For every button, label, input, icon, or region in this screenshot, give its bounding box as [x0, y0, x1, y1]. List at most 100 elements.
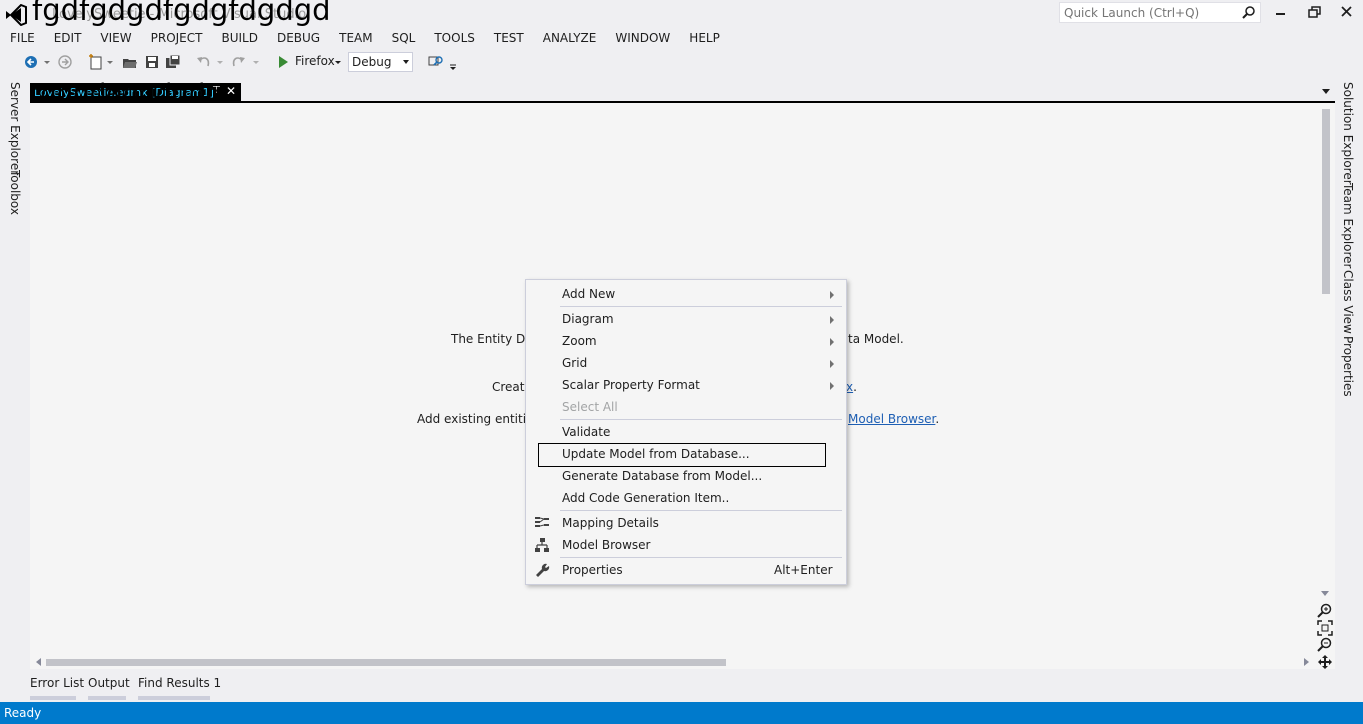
- save-button[interactable]: [144, 52, 160, 72]
- menu-build[interactable]: BUILD: [211, 28, 266, 48]
- properties-tab[interactable]: Properties: [1341, 336, 1355, 397]
- new-project-button[interactable]: [88, 52, 104, 72]
- menu-sql[interactable]: SQL: [382, 28, 425, 48]
- close-window-button[interactable]: [1334, 2, 1360, 22]
- class-view-tab[interactable]: Class View: [1341, 270, 1355, 334]
- submenu-arrow-icon: [830, 360, 834, 368]
- menu-test[interactable]: TEST: [484, 28, 533, 48]
- menu-window[interactable]: WINDOW: [605, 28, 679, 48]
- model-browser-link[interactable]: Model Browser: [848, 412, 935, 426]
- chevron-down-icon: [217, 61, 223, 64]
- menu-item-generate-database-from-model[interactable]: Generate Database from Model...: [528, 465, 844, 487]
- scroll-right-icon[interactable]: [1304, 658, 1309, 666]
- solution-explorer-tab[interactable]: Solution Explorer: [1341, 82, 1355, 185]
- zoom-in-icon[interactable]: [1317, 603, 1333, 619]
- designer-hint-line1-right: ta Model.: [848, 332, 904, 346]
- redo-icon: [232, 57, 245, 67]
- redo-dropdown[interactable]: [253, 52, 259, 72]
- menu-team[interactable]: TEAM: [329, 28, 381, 48]
- menu-item-add-new[interactable]: Add New: [528, 283, 844, 305]
- menu-item-model-browser[interactable]: Model Browser: [528, 534, 844, 556]
- scroll-down-icon[interactable]: [1321, 591, 1329, 596]
- vertical-scroll-thumb[interactable]: [1322, 109, 1330, 294]
- mapping-details-icon: [535, 517, 549, 527]
- document-tab[interactable]: LovelySweetie.edmx [Diagram1] ⊤ ✕: [30, 83, 241, 102]
- menu-item-grid[interactable]: Grid: [528, 352, 844, 374]
- chevron-down-icon: [253, 61, 259, 64]
- standard-toolbar: Firefox Debug: [0, 50, 1363, 74]
- designer-zoom-tools: [1317, 603, 1333, 671]
- menu-analyze[interactable]: ANALYZE: [533, 28, 606, 48]
- menu-item-update-model-from-database[interactable]: Update Model from Database...: [528, 443, 844, 467]
- navigate-back-button[interactable]: [24, 52, 40, 72]
- menu-help[interactable]: HELP: [679, 28, 729, 48]
- menu-item-mapping-details[interactable]: Mapping Details: [528, 512, 844, 534]
- menu-item-label: Select All: [562, 400, 618, 414]
- run-target-label[interactable]: Firefox: [295, 54, 335, 68]
- menu-item-zoom[interactable]: Zoom: [528, 330, 844, 352]
- server-explorer-tab[interactable]: Server Explorer: [8, 82, 22, 175]
- menu-item-scalar-property-format[interactable]: Scalar Property Format: [528, 374, 844, 396]
- toolbar-overflow-button[interactable]: [449, 52, 457, 72]
- quick-launch-input[interactable]: [1060, 3, 1240, 22]
- play-icon: [279, 56, 288, 68]
- undo-icon: [197, 57, 210, 67]
- scroll-left-icon[interactable]: [36, 658, 41, 666]
- horizontal-scrollbar[interactable]: [30, 655, 1313, 669]
- team-explorer-tab[interactable]: Team Explorer: [1341, 183, 1355, 269]
- tab-error-list[interactable]: Error List: [30, 676, 84, 690]
- pin-icon[interactable]: ⊤: [212, 85, 221, 96]
- run-target-dropdown[interactable]: [335, 52, 341, 72]
- menu-item-label: Add Code Generation Item..: [562, 491, 730, 505]
- tab-output[interactable]: Output: [88, 676, 130, 690]
- find-in-files-button[interactable]: [428, 52, 444, 72]
- save-all-button[interactable]: [165, 52, 181, 72]
- menu-file[interactable]: FILE: [0, 28, 44, 48]
- open-file-button[interactable]: [122, 52, 138, 72]
- designer-hint-line3-tail: Model Browser.: [848, 412, 939, 426]
- designer-hint-line3-period: .: [935, 412, 940, 426]
- designer-hint-line2-tail: x.: [846, 380, 857, 394]
- menu-item-label: Scalar Property Format: [562, 378, 700, 392]
- minimize-icon: [1276, 13, 1285, 15]
- menu-item-validate[interactable]: Validate: [528, 421, 844, 443]
- redo-button[interactable]: [230, 52, 246, 72]
- quick-launch-box[interactable]: [1059, 2, 1261, 23]
- menu-item-label: Validate: [562, 425, 611, 439]
- save-all-icon: [166, 54, 181, 68]
- menu-tools[interactable]: TOOLS: [424, 28, 484, 48]
- tab-find-results-1[interactable]: Find Results 1: [138, 676, 221, 690]
- start-debugging-button[interactable]: [277, 52, 289, 72]
- back-dropdown-button[interactable]: [44, 52, 50, 72]
- minimize-button[interactable]: [1268, 2, 1294, 22]
- horizontal-scroll-thumb[interactable]: [46, 659, 726, 666]
- navigate-forward-button[interactable]: [57, 52, 73, 72]
- search-icon[interactable]: [1242, 5, 1256, 19]
- menu-debug[interactable]: DEBUG: [267, 28, 329, 48]
- zoom-out-icon[interactable]: [1317, 637, 1333, 653]
- undo-button[interactable]: [196, 52, 212, 72]
- menu-edit[interactable]: EDIT: [44, 28, 91, 48]
- menu-view[interactable]: VIEW: [90, 28, 140, 48]
- menu-separator: [560, 557, 842, 558]
- menu-separator: [560, 510, 842, 511]
- designer-hint-line3-left: Add existing entities: [417, 412, 540, 426]
- title-overlay-text: fgdfgdgdfgdgfdgdgd: [32, 0, 331, 27]
- menu-item-diagram[interactable]: Diagram: [528, 308, 844, 330]
- undo-dropdown[interactable]: [217, 52, 223, 72]
- toolbox-tab[interactable]: Toolbox: [8, 170, 22, 215]
- vertical-scrollbar[interactable]: [1319, 103, 1333, 603]
- restore-button[interactable]: [1302, 2, 1328, 22]
- chevron-down-icon[interactable]: [1322, 89, 1330, 94]
- left-tool-rail: Server Explorer Toolbox: [0, 78, 28, 698]
- menu-item-add-code-generation-item[interactable]: Add Code Generation Item..: [528, 487, 844, 509]
- pan-icon[interactable]: [1317, 654, 1333, 670]
- zoom-to-fit-icon[interactable]: [1317, 620, 1333, 636]
- configuration-select[interactable]: Debug: [348, 52, 413, 72]
- menu-item-properties[interactable]: Properties Alt+Enter: [528, 559, 844, 581]
- menu-project[interactable]: PROJECT: [141, 28, 212, 48]
- close-tab-icon[interactable]: ✕: [226, 84, 236, 98]
- new-project-dropdown[interactable]: [107, 52, 113, 72]
- model-browser-icon: [535, 538, 549, 552]
- status-text: Ready: [4, 706, 42, 720]
